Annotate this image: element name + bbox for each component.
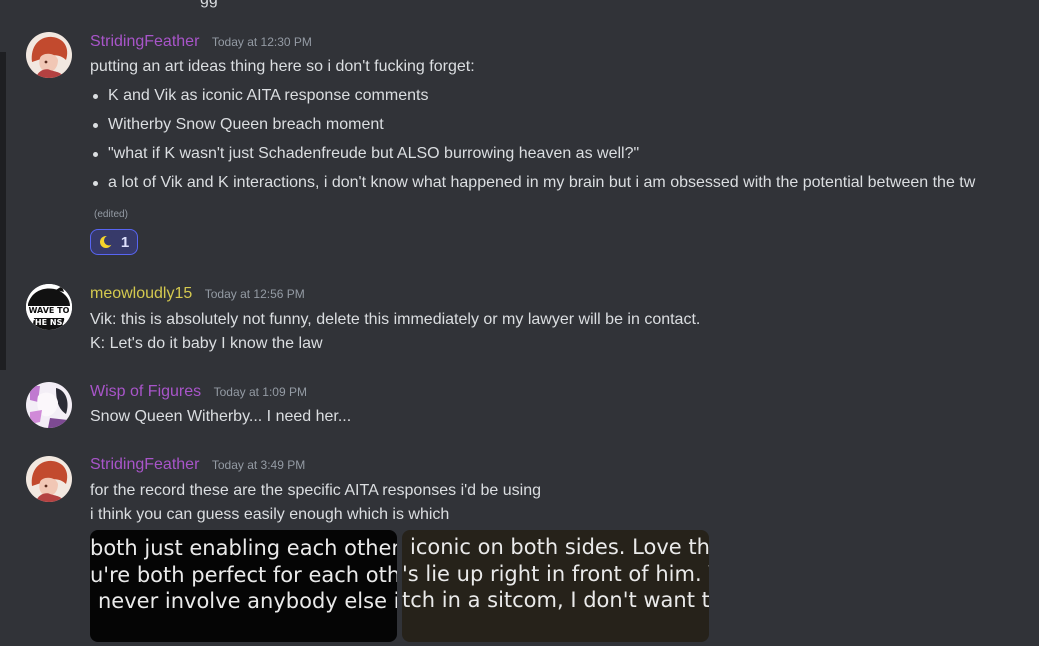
message-header: StridingFeather Today at 12:30 PM — [90, 33, 312, 51]
bullet-dot — [93, 152, 98, 157]
crescent-moon-icon — [99, 235, 113, 248]
image-text-line: u're both perfect for each other — [90, 563, 397, 587]
timestamp[interactable]: Today at 3:49 PM — [212, 458, 305, 472]
reaction-button[interactable]: 1 — [90, 229, 138, 255]
bullet-dot — [93, 123, 98, 128]
avatar-text: THE NSA — [29, 318, 69, 327]
message-header: Wisp of Figures Today at 1:09 PM — [90, 383, 307, 401]
message-text: putting an art ideas thing here so i don… — [90, 58, 475, 75]
message-text: for the record these are the specific AI… — [90, 482, 542, 499]
reaction-count: 1 — [120, 233, 130, 251]
avatar[interactable] — [26, 32, 72, 78]
list-item: a lot of Vik and K interactions, i don't… — [108, 174, 976, 191]
avatar[interactable] — [26, 456, 72, 502]
message-text: K: Let's do it baby I know the law — [90, 335, 323, 352]
image-text-line: 's lie up right in front of him. Yo — [402, 562, 709, 586]
edited-label: (edited) — [94, 209, 128, 220]
username[interactable]: StridingFeather — [90, 33, 199, 50]
timestamp[interactable]: Today at 12:56 PM — [205, 287, 305, 301]
username[interactable]: Wisp of Figures — [90, 383, 201, 400]
bullet-dot — [93, 94, 98, 99]
previous-message-fragment: gg — [200, 0, 218, 9]
avatar[interactable]: WAVE TO THE NSA — [26, 284, 72, 330]
username[interactable]: meowloudly15 — [90, 285, 192, 302]
list-item: K and Vik as iconic AITA response commen… — [108, 87, 429, 104]
image-text-line: never involve anybody else in — [98, 589, 397, 613]
image-attachment[interactable]: iconic on both sides. Love the 's lie up… — [402, 530, 709, 642]
avatar-text: WAVE TO — [29, 306, 70, 315]
bullet-dot — [93, 181, 98, 186]
image-text-line: tch in a sitcom, I don't want to k — [402, 588, 709, 612]
image-attachment[interactable]: both just enabling each other's u're bot… — [90, 530, 397, 642]
username[interactable]: StridingFeather — [90, 456, 199, 473]
timestamp[interactable]: Today at 1:09 PM — [214, 385, 307, 399]
timestamp[interactable]: Today at 12:30 PM — [212, 35, 312, 49]
scroll-rail — [0, 52, 6, 370]
message-text: Vik: this is absolutely not funny, delet… — [90, 311, 701, 328]
image-text-line: both just enabling each other's — [90, 536, 397, 560]
message-header: meowloudly15 Today at 12:56 PM — [90, 285, 305, 303]
avatar[interactable] — [26, 382, 72, 428]
message-header: StridingFeather Today at 3:49 PM — [90, 456, 305, 474]
message-text: Snow Queen Witherby... I need her... — [90, 408, 352, 425]
image-text-line: iconic on both sides. Love the — [410, 535, 709, 559]
message-text: i think you can guess easily enough whic… — [90, 506, 450, 523]
list-item: Witherby Snow Queen breach moment — [108, 116, 384, 133]
list-item: "what if K wasn't just Schadenfreude but… — [108, 145, 640, 162]
